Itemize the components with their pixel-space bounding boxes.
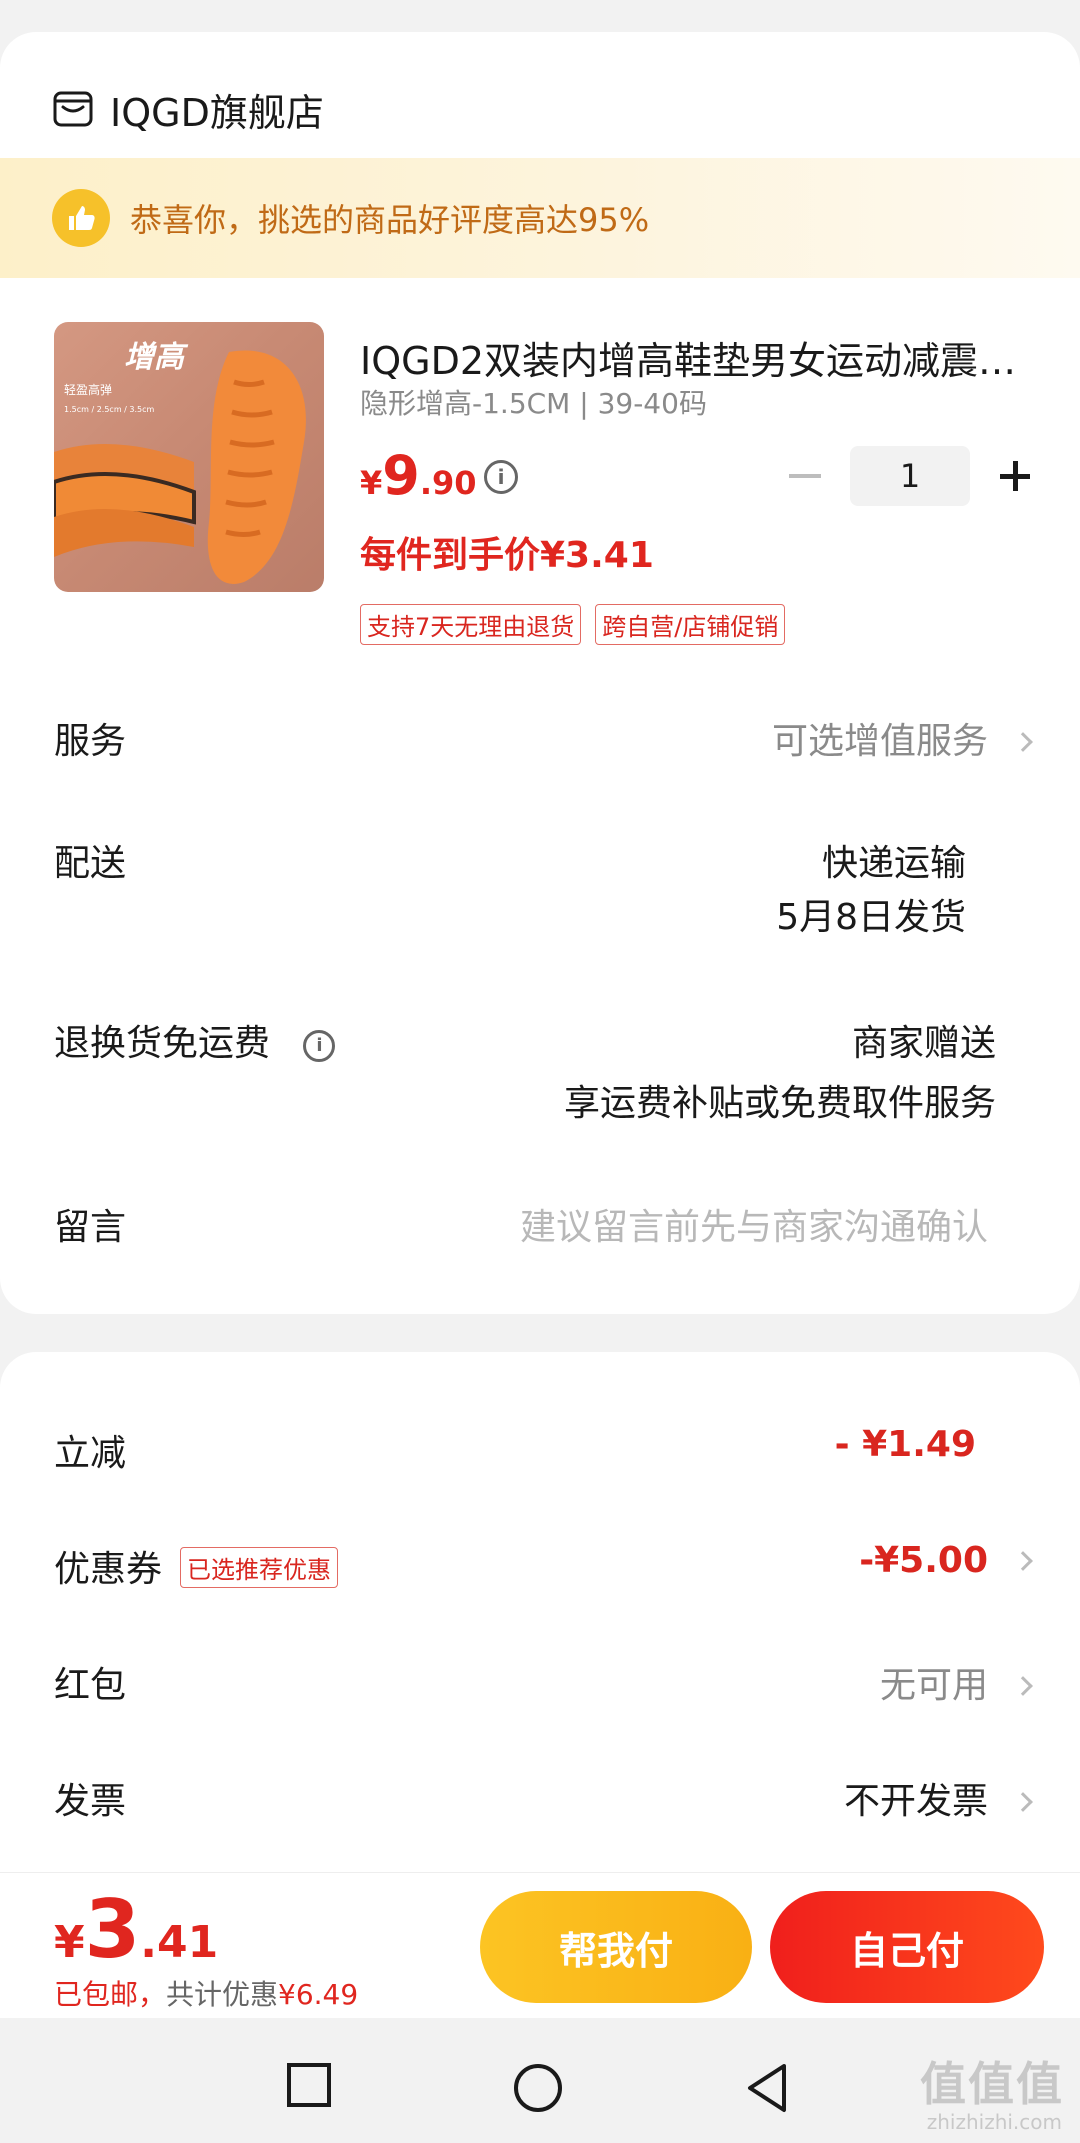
recent-apps-icon[interactable] (286, 2062, 332, 2108)
info-icon[interactable]: i (484, 460, 518, 494)
store-icon (53, 91, 93, 127)
product-image-subtitle: 轻盈高弹 (64, 382, 112, 397)
total-integer: 3 (84, 1883, 141, 1976)
product-tags: 支持7天无理由退货 跨自营/店铺促销 (360, 604, 786, 645)
info-icon[interactable]: i (303, 1030, 336, 1062)
total-decimal: .41 (140, 1917, 219, 1968)
total-savings-label: 共计优惠 (166, 1978, 279, 2011)
redpacket-label: 红包 (54, 1665, 127, 1706)
chevron-right-icon (1013, 1676, 1033, 1696)
redpacket-value: 无可用 (879, 1665, 988, 1706)
store-name: IQGD旗舰店 (110, 90, 324, 135)
quantity-stepper: 1 (780, 446, 1040, 506)
coupon-label-text: 优惠券 (54, 1549, 163, 1590)
service-label: 服务 (54, 721, 127, 762)
watermark-logo: 值值值 (920, 2057, 1064, 2111)
delivery-method[interactable]: 快递运输 (822, 834, 966, 886)
product-image-badge: 增高 (124, 340, 189, 375)
back-icon[interactable] (744, 2062, 790, 2114)
thumbs-up-icon (52, 189, 110, 247)
decrease-button[interactable] (780, 446, 830, 506)
invoice-value: 不开发票 (843, 1781, 988, 1822)
instant-discount-value: - ¥1.49 (834, 1424, 976, 1465)
price-integer: 9 (382, 444, 420, 507)
message-label: 留言 (54, 1207, 127, 1248)
chevron-right-icon (1013, 1551, 1033, 1571)
chevron-right-icon (1013, 1792, 1033, 1812)
final-price: 每件到手价¥3.41 (360, 535, 654, 576)
invoice-row[interactable]: 不开发票 (843, 1772, 1033, 1824)
praise-banner: 恭喜你，挑选的商品好评度高达95% (0, 158, 1080, 278)
coupon-row[interactable]: -¥5.00 (859, 1540, 1033, 1581)
checkout-bar: ¥ 3 .41 已包邮，共计优惠¥6.49 帮我付 自己付 (0, 1872, 1080, 2018)
delivery-label: 配送 (54, 843, 127, 884)
watermark-url: zhizhizhi.com (926, 2110, 1062, 2134)
message-input[interactable]: 建议留言前先与商家沟通确认 (520, 1198, 988, 1250)
return-line1: 商家赠送 (851, 1023, 996, 1064)
increase-button[interactable] (990, 446, 1040, 506)
instant-discount-label: 立减 (54, 1433, 127, 1474)
product-title[interactable]: IQGD2双装内增高鞋垫男女运动减震鞋垫 (360, 330, 1030, 385)
total-note: 已包邮，共计优惠¥6.49 (54, 1973, 358, 2013)
home-icon[interactable] (512, 2062, 564, 2114)
delivery-date: 5月8日发货 (776, 897, 966, 938)
order-card: IQGD旗舰店 恭喜你，挑选的商品好评度高达95% 增高 轻盈高弹 1.5cm … (0, 32, 1080, 1314)
total-savings-value: ¥6.49 (278, 1978, 359, 2011)
discount-card: 立减 - ¥1.49 优惠券 已选推荐优惠 -¥5.00 红包 无可用 发票 不开… (0, 1352, 1080, 1892)
tag-return: 支持7天无理由退货 (360, 604, 582, 645)
coupon-label: 优惠券 已选推荐优惠 (54, 1540, 339, 1592)
free-shipping-text: 已包邮， (54, 1978, 167, 2011)
banner-text: 恭喜你，挑选的商品好评度高达95% (130, 201, 650, 239)
service-row[interactable]: 可选增值服务 (771, 712, 1033, 764)
product-image-sizes: 1.5cm / 2.5cm / 3.5cm (64, 405, 155, 414)
help-pay-button[interactable]: 帮我付 (480, 1891, 752, 2003)
store-header[interactable]: IQGD旗舰店 (52, 74, 324, 144)
quantity-field[interactable]: 1 (850, 446, 970, 506)
tag-promo: 跨自营/店铺促销 (595, 604, 786, 645)
product-price: ¥ 9 .90 (360, 444, 477, 507)
coupon-badge: 已选推荐优惠 (180, 1546, 339, 1588)
chevron-right-icon (1013, 732, 1033, 752)
return-label-text: 退换货免运费 (54, 1023, 271, 1064)
self-pay-button[interactable]: 自己付 (770, 1891, 1044, 2003)
product-image[interactable]: 增高 轻盈高弹 1.5cm / 2.5cm / 3.5cm (54, 322, 324, 592)
total-currency: ¥ (54, 1917, 85, 1968)
price-currency: ¥ (360, 464, 383, 502)
return-label: 退换货免运费 i (54, 1014, 336, 1066)
coupon-value: -¥5.00 (859, 1540, 988, 1581)
product-spec[interactable]: 隐形增高-1.5CM | 39-40码 (360, 382, 707, 422)
service-value: 可选增值服务 (771, 721, 988, 762)
system-nav-bar (0, 2018, 1080, 2143)
total-price: ¥ 3 .41 (54, 1883, 218, 1976)
price-decimal: .90 (419, 464, 477, 502)
invoice-label: 发票 (54, 1781, 127, 1822)
return-line2: 享运费补贴或免费取件服务 (563, 1083, 996, 1124)
redpacket-row[interactable]: 无可用 (879, 1656, 1033, 1708)
